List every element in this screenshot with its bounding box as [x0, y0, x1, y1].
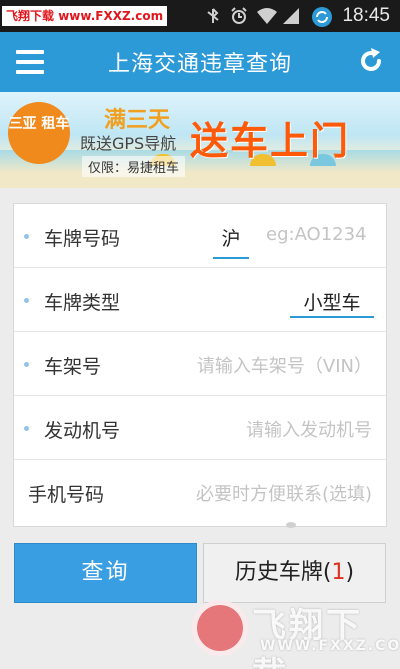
app-header: 上海交通违章查询 — [0, 32, 400, 92]
history-suffix: ) — [345, 560, 355, 585]
engine-number-row: 发动机号 请输入发动机号 — [14, 396, 386, 460]
wifi-icon — [256, 7, 277, 25]
phone-number-input[interactable]: 必要时方便联系(选填) — [196, 480, 372, 506]
plate-type-label: 车牌类型 — [44, 292, 121, 314]
frame-number-row: 车架号 请输入车架号（VIN） — [14, 332, 386, 396]
sync-icon — [310, 5, 334, 33]
engine-number-input[interactable]: 请输入发动机号 — [246, 416, 372, 442]
province-underline — [213, 257, 249, 259]
query-button[interactable]: 查询 — [14, 543, 197, 603]
no-signal-icon — [204, 7, 222, 25]
history-count: 1 — [331, 560, 346, 585]
history-label: 历史车牌( — [234, 560, 332, 585]
watermark-url-bottom: WWW.FXXZ.COM — [260, 638, 400, 654]
banner-headline-big: 送车上门 — [190, 119, 351, 163]
clock: 18:45 — [342, 5, 390, 26]
banner-headline-sub: 既送GPS导航 — [80, 134, 177, 153]
required-dot — [24, 298, 29, 303]
plate-number-label: 车牌号码 — [44, 228, 121, 250]
watermark-logo-icon — [192, 600, 248, 656]
required-dot — [24, 362, 29, 367]
promo-banner[interactable]: 三亚 租车 满三天 既送GPS导航 送车上门 仅限：易捷租车 — [0, 92, 400, 188]
watermark-bottom: 飞翔下载 WWW.FXXZ.COM — [190, 594, 400, 669]
banner-footnote: 仅限：易捷租车 — [82, 156, 186, 177]
plate-type-underline — [290, 316, 374, 318]
phone-number-row: 手机号码 必要时方便联系(选填) — [14, 460, 386, 524]
scroll-handle — [286, 522, 296, 528]
plate-type-select[interactable]: 小型车 — [290, 288, 374, 315]
province-selector[interactable]: 沪 — [215, 224, 247, 251]
page-title: 上海交通违章查询 — [107, 52, 292, 77]
watermark-top: 飞翔下载 www.FXXZ.com — [2, 6, 168, 26]
alarm-icon — [230, 7, 248, 25]
status-bar: 飞翔下载 www.FXXZ.com 18:45 — [0, 0, 400, 32]
watermark-url: www.FXXZ.com — [58, 9, 164, 23]
required-dot — [24, 234, 29, 239]
watermark-text: 飞翔下载 — [252, 606, 363, 669]
frame-number-label: 车架号 — [44, 356, 102, 378]
query-form: 车牌号码 沪 eg:AO1234 车牌类型 小型车 车架号 请输入车架号（VIN… — [13, 203, 387, 527]
required-dot — [24, 426, 29, 431]
plate-number-input[interactable]: eg:AO1234 — [266, 224, 367, 245]
phone-number-label: 手机号码 — [28, 484, 105, 506]
status-icons — [204, 7, 300, 25]
watermark-site: 飞翔下载 — [6, 9, 55, 23]
engine-number-label: 发动机号 — [44, 420, 121, 442]
banner-badge: 三亚 租车 — [8, 102, 70, 164]
plate-number-row: 车牌号码 沪 eg:AO1234 — [14, 204, 386, 268]
cell-signal-icon — [282, 7, 300, 25]
plate-type-row: 车牌类型 小型车 — [14, 268, 386, 332]
frame-number-input[interactable]: 请输入车架号（VIN） — [197, 352, 372, 378]
refresh-icon[interactable] — [356, 46, 386, 76]
